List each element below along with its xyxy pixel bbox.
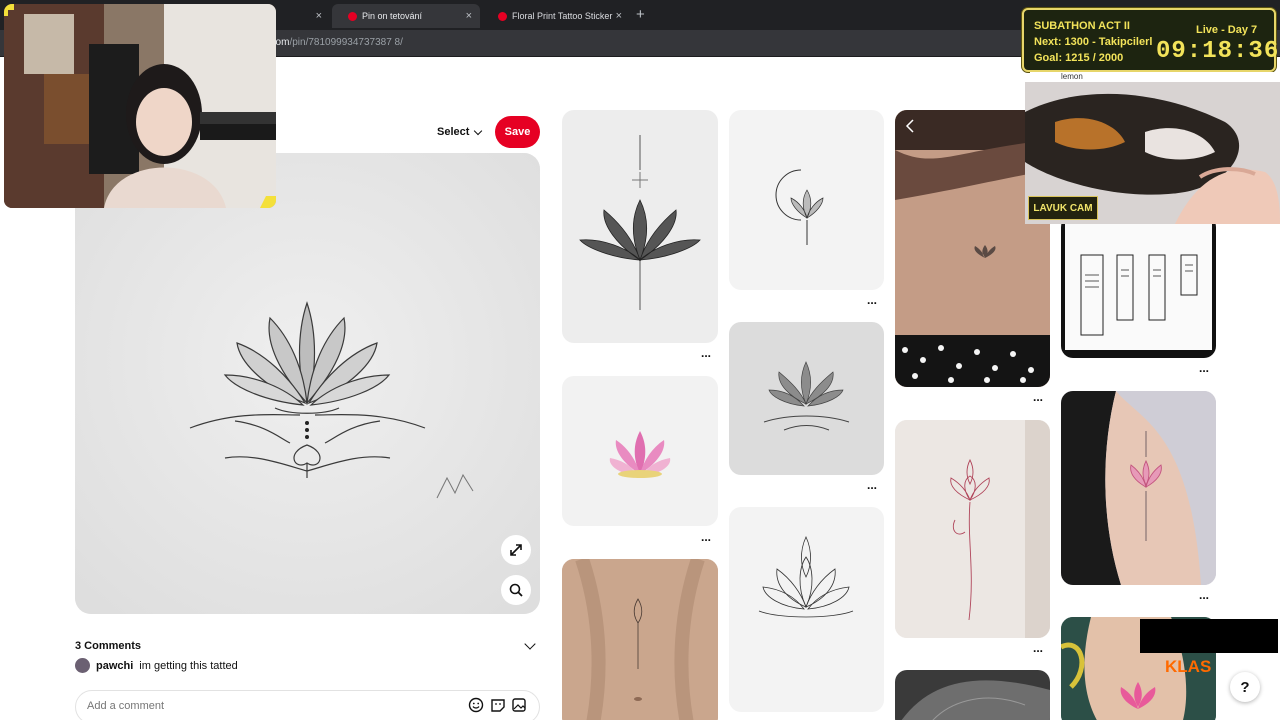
subathon-goal: Goal: 1215 / 2000 xyxy=(1034,52,1124,64)
sternum-tattoo-image xyxy=(562,559,718,720)
lotus-sketch-image xyxy=(579,135,701,310)
more-options-icon[interactable]: ... xyxy=(1199,588,1209,602)
select-label: Select xyxy=(437,126,470,138)
streamer-webcam xyxy=(4,4,276,208)
hair-photo-image xyxy=(901,680,1050,720)
browser-tab[interactable]: Floral Print Tattoo Sticker × xyxy=(482,4,630,28)
comment-placeholder: Add a comment xyxy=(87,700,165,712)
moon-lotus-image xyxy=(775,169,824,245)
avatar[interactable] xyxy=(75,658,90,673)
red-lotus-tattoo-image xyxy=(895,420,1050,638)
pin-thumbnail[interactable] xyxy=(895,420,1050,638)
tab-title: Floral Print Tattoo Sticker xyxy=(512,11,613,21)
subathon-countdown: 09:18:36 xyxy=(1156,38,1280,65)
pin-thumbnail[interactable] xyxy=(562,110,718,343)
pin-thumbnail[interactable] xyxy=(729,507,884,712)
tab-close-icon[interactable]: × xyxy=(316,10,322,22)
lotus-tattoo-drawing xyxy=(75,153,540,614)
comment-user[interactable]: pawchi xyxy=(96,660,133,672)
more-options-icon[interactable]: ... xyxy=(701,530,711,544)
pin-thumbnail[interactable] xyxy=(1061,391,1216,585)
more-options-icon[interactable]: ... xyxy=(1033,390,1043,404)
pink-lotus-image xyxy=(609,431,671,478)
arm-lotus-tattoo-image xyxy=(1061,391,1216,585)
pin-thumbnail[interactable] xyxy=(729,322,884,475)
image-upload-icon[interactable] xyxy=(511,697,527,713)
lotus-sketch-image xyxy=(763,361,850,431)
url-text: st.com/pin/781099934737387 8/ xyxy=(260,37,403,48)
subathon-title: SUBATHON ACT II xyxy=(1034,20,1130,32)
board-select-dropdown[interactable]: Select xyxy=(437,126,483,138)
comments-count: 3 Comments xyxy=(75,640,142,652)
tab-close-icon[interactable]: × xyxy=(466,10,472,22)
browser-tab[interactable]: × xyxy=(270,4,330,28)
chevron-down-icon xyxy=(474,126,483,135)
more-options-icon[interactable]: ... xyxy=(701,346,711,360)
expand-icon[interactable] xyxy=(501,535,531,565)
brand-logo: KLAS xyxy=(1165,657,1212,676)
sticker-icon[interactable] xyxy=(490,697,506,713)
more-options-icon[interactable]: ... xyxy=(1199,361,1209,375)
pin-thumbnail[interactable] xyxy=(729,110,884,290)
comment-text: im getting this tatted xyxy=(139,659,238,672)
browser-tab-active[interactable]: Pin on tetování × xyxy=(332,4,480,28)
chat-username: lemon xyxy=(1061,72,1083,81)
cam-label-badge: LAVUK CAM xyxy=(1028,196,1098,220)
save-button[interactable]: Save xyxy=(495,116,540,148)
screen: × Pin on tetování × Floral Print Tattoo … xyxy=(0,0,1280,720)
comment-item: pawchi im getting this tatted xyxy=(75,658,238,673)
webcam-feed-image xyxy=(4,4,276,208)
more-options-icon[interactable]: ... xyxy=(1033,641,1043,655)
tab-title: Pin on tetování xyxy=(362,11,423,21)
lotus-outline-image xyxy=(758,536,854,618)
sponsor-panel xyxy=(1140,619,1278,653)
pin-image[interactable] xyxy=(75,153,540,614)
more-options-icon[interactable]: ... xyxy=(867,478,877,492)
subathon-day: Live - Day 7 xyxy=(1196,24,1258,36)
subathon-timer-widget: SUBATHON ACT II Live - Day 7 Next: 1300 … xyxy=(1022,8,1280,72)
subathon-next: Next: 1300 - Takipcilerl xyxy=(1034,36,1153,48)
more-options-icon[interactable]: ... xyxy=(867,293,877,307)
help-button[interactable]: ? xyxy=(1230,672,1260,702)
visual-search-icon[interactable] xyxy=(501,575,531,605)
tab-close-icon[interactable]: × xyxy=(616,10,622,22)
emoji-icon[interactable] xyxy=(468,697,484,713)
pin-thumbnail[interactable] xyxy=(562,559,718,720)
pinterest-icon xyxy=(498,11,507,21)
pin-thumbnail[interactable] xyxy=(895,670,1050,720)
new-tab-plus-icon[interactable]: + xyxy=(636,6,645,23)
pinterest-icon xyxy=(348,11,357,21)
pin-thumbnail[interactable] xyxy=(562,376,718,526)
manga-panels-image xyxy=(1065,215,1212,350)
pin-thumbnail[interactable] xyxy=(1061,215,1216,358)
